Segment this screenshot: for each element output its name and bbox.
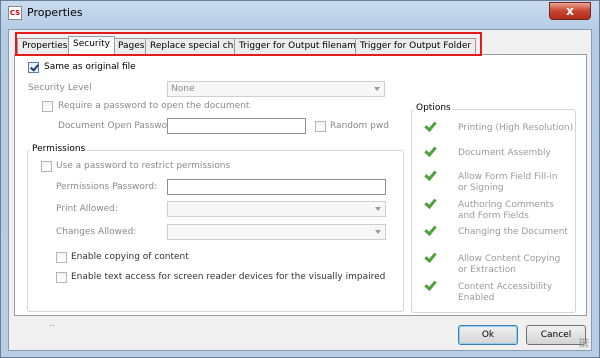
tab-properties[interactable]: Properties	[17, 38, 73, 54]
security-level-label: Security Level	[28, 83, 92, 93]
document-open-password-label: Document Open Password	[58, 121, 177, 131]
permissions-password-input[interactable]	[167, 179, 386, 195]
tab-security[interactable]: Security	[68, 36, 115, 55]
print-allowed-select[interactable]	[167, 201, 386, 217]
option-content-accessibility-label: Content Accessibility Enabled	[458, 282, 553, 303]
chevron-down-icon	[374, 87, 380, 91]
enable-copying-label[interactable]: Enable copying of content	[71, 252, 189, 262]
random-pwd-label[interactable]: Random pwd	[330, 121, 389, 131]
require-password-label[interactable]: Require a password to open the document	[58, 101, 249, 111]
option-document-assembly-label: Document Assembly	[458, 148, 551, 158]
random-pwd-checkbox[interactable]	[315, 121, 326, 132]
chevron-down-icon	[375, 207, 381, 211]
security-tab-page: Same as original file Security Level Non…	[14, 54, 587, 329]
enable-text-access-checkbox[interactable]	[56, 272, 67, 283]
pdf-app-icon[interactable]: CS	[8, 6, 22, 20]
options-group: Options Printing (High Resolution) Docum…	[411, 103, 576, 313]
window-title: Properties	[27, 6, 83, 19]
security-level-select[interactable]: None	[167, 81, 385, 97]
print-allowed-label: Print Allowed:	[56, 204, 118, 214]
tab-pages[interactable]: Pages	[113, 38, 150, 54]
same-as-original-label[interactable]: Same as original file	[44, 62, 136, 72]
check-icon	[424, 253, 436, 263]
chevron-down-icon	[375, 230, 381, 234]
ellipsis-text: ..	[49, 319, 55, 329]
check-icon	[424, 171, 436, 181]
check-icon	[424, 281, 436, 291]
check-icon	[424, 226, 436, 236]
same-as-original-checkbox[interactable]	[28, 62, 39, 73]
tab-trigger-output-filename[interactable]: Trigger for Output filename	[234, 38, 367, 54]
option-authoring-comments-label: Authoring Comments and Form Fields	[458, 200, 554, 221]
changes-allowed-select[interactable]	[167, 224, 386, 240]
enable-copying-checkbox[interactable]	[56, 252, 67, 263]
use-password-restrict-label[interactable]: Use a password to restrict permissions	[56, 161, 230, 171]
properties-window: CS Properties x Properties Security Page…	[0, 0, 600, 358]
changes-allowed-label: Changes Allowed:	[56, 227, 137, 237]
enable-text-access-label[interactable]: Enable text access for screen reader dev…	[71, 272, 385, 282]
use-password-restrict-checkbox[interactable]	[41, 161, 52, 172]
cancel-button[interactable]: Cancel	[526, 325, 586, 345]
tab-replace-special-char[interactable]: Replace special char	[145, 38, 248, 54]
check-icon	[424, 122, 436, 132]
check-icon	[424, 147, 436, 157]
permissions-password-label: Permissions Password:	[56, 182, 158, 192]
close-button[interactable]: x	[549, 2, 591, 20]
require-password-checkbox[interactable]	[42, 101, 53, 112]
permissions-group-label: Permissions	[30, 144, 88, 154]
check-icon	[424, 199, 436, 209]
option-printing-label: Printing (High Resolution)	[458, 123, 574, 133]
resize-grip[interactable]	[579, 338, 589, 348]
option-form-fill-label: Allow Form Field Fill-in or Signing	[458, 172, 558, 193]
title-bar[interactable]: CS Properties x	[1, 1, 599, 25]
tab-trigger-output-folder[interactable]: Trigger for Output Folder	[355, 38, 477, 54]
dialog-client-area: Properties Security Pages Replace specia…	[8, 29, 592, 351]
option-content-copying-label: Allow Content Copying or Extraction	[458, 254, 561, 275]
option-changing-document-label: Changing the Document	[458, 227, 568, 237]
security-level-value: None	[171, 84, 195, 94]
permissions-group: Permissions Use a password to restrict p…	[27, 144, 404, 312]
options-group-label: Options	[414, 103, 453, 113]
ok-button[interactable]: Ok	[458, 325, 518, 345]
document-open-password-input[interactable]	[167, 118, 306, 134]
